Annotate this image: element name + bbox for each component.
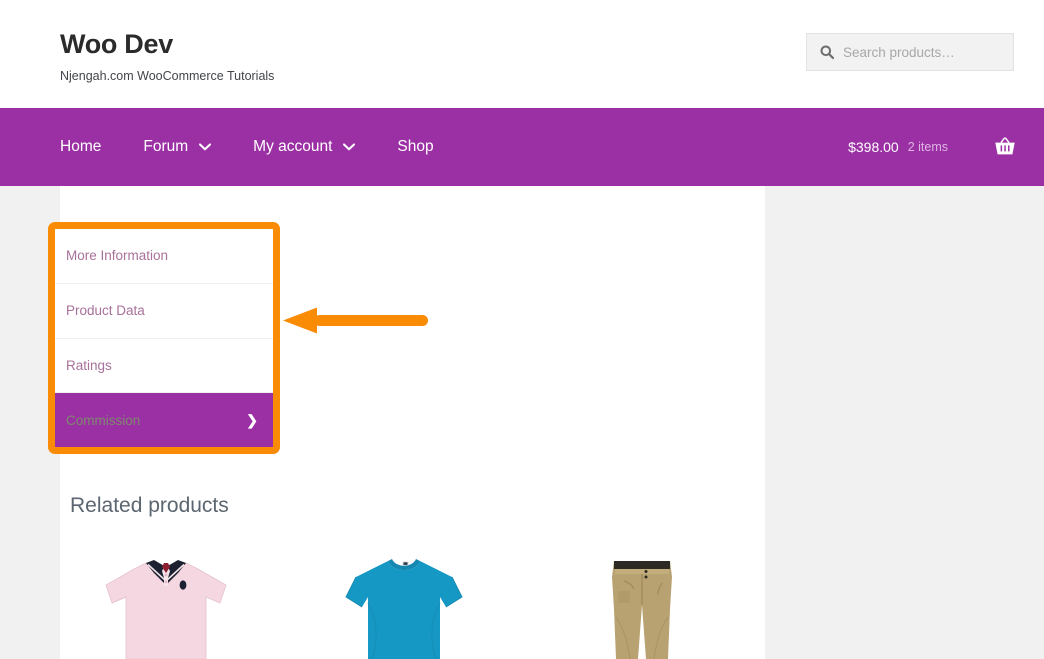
product-card-blue-t-shirt[interactable]: [320, 547, 488, 659]
tab-product-data[interactable]: Product Data: [55, 284, 273, 339]
product-image-pink-polo-shirt[interactable]: [82, 547, 250, 659]
chevron-down-icon[interactable]: [199, 143, 212, 151]
site-tagline: Njengah.com WooCommerce Tutorials: [60, 68, 275, 83]
site-title[interactable]: Woo Dev: [60, 29, 274, 60]
primary-navigation: Home Forum My account Shop $398.00 2 ite…: [0, 108, 1044, 186]
tab-label: Ratings: [66, 357, 112, 373]
cart-summary[interactable]: $398.00 2 items: [848, 108, 948, 186]
related-products-heading: Related products: [70, 494, 229, 517]
branding: Woo Dev Njengah.com WooCommerce Tutorial…: [60, 29, 275, 84]
product-card-pink-polo-shirt[interactable]: [82, 547, 250, 659]
tab-more-information[interactable]: More Information: [55, 229, 273, 284]
related-products-section: Related products: [70, 492, 760, 659]
cart-item-count: 2 items: [907, 140, 948, 154]
product-image-blue-t-shirt[interactable]: [320, 547, 488, 659]
tab-commission[interactable]: Commission ❯: [55, 393, 273, 447]
page-root: Woo Dev Njengah.com WooCommerce Tutorial…: [0, 0, 1044, 659]
tab-ratings[interactable]: Ratings: [55, 339, 273, 394]
nav-item-forum[interactable]: Forum: [143, 138, 212, 156]
nav-list: Home Forum My account Shop: [60, 108, 476, 186]
annotation-arrow-icon: [283, 307, 428, 334]
product-search-form[interactable]: [806, 33, 1014, 71]
cart-total-amount: $398.00: [848, 139, 899, 155]
nav-item-my-account[interactable]: My account: [253, 138, 356, 156]
nav-item-label: Home: [60, 138, 102, 155]
nav-item-shop[interactable]: Shop: [397, 138, 433, 156]
product-grid: [82, 547, 760, 659]
nav-item-label: Shop: [397, 138, 434, 155]
search-icon: [820, 45, 834, 59]
shopping-basket-icon[interactable]: [994, 108, 1016, 186]
product-card-khaki-pants[interactable]: [558, 547, 726, 659]
tab-label: Product Data: [66, 303, 145, 319]
tabs-highlight-box: More Information Product Data Ratings Co…: [48, 222, 280, 454]
chevron-down-icon[interactable]: [343, 143, 356, 151]
chevron-right-icon: ❯: [246, 411, 258, 428]
site-header: Woo Dev Njengah.com WooCommerce Tutorial…: [0, 0, 1044, 108]
product-tabs-list: More Information Product Data Ratings Co…: [55, 229, 273, 447]
product-image-khaki-pants[interactable]: [558, 547, 726, 659]
search-input[interactable]: [843, 44, 1003, 60]
tab-label: More Information: [66, 248, 169, 264]
tab-label: Commission: [66, 412, 141, 428]
nav-item-home[interactable]: Home: [60, 138, 101, 156]
nav-item-label: My account: [253, 138, 333, 155]
nav-item-label: Forum: [143, 138, 189, 155]
